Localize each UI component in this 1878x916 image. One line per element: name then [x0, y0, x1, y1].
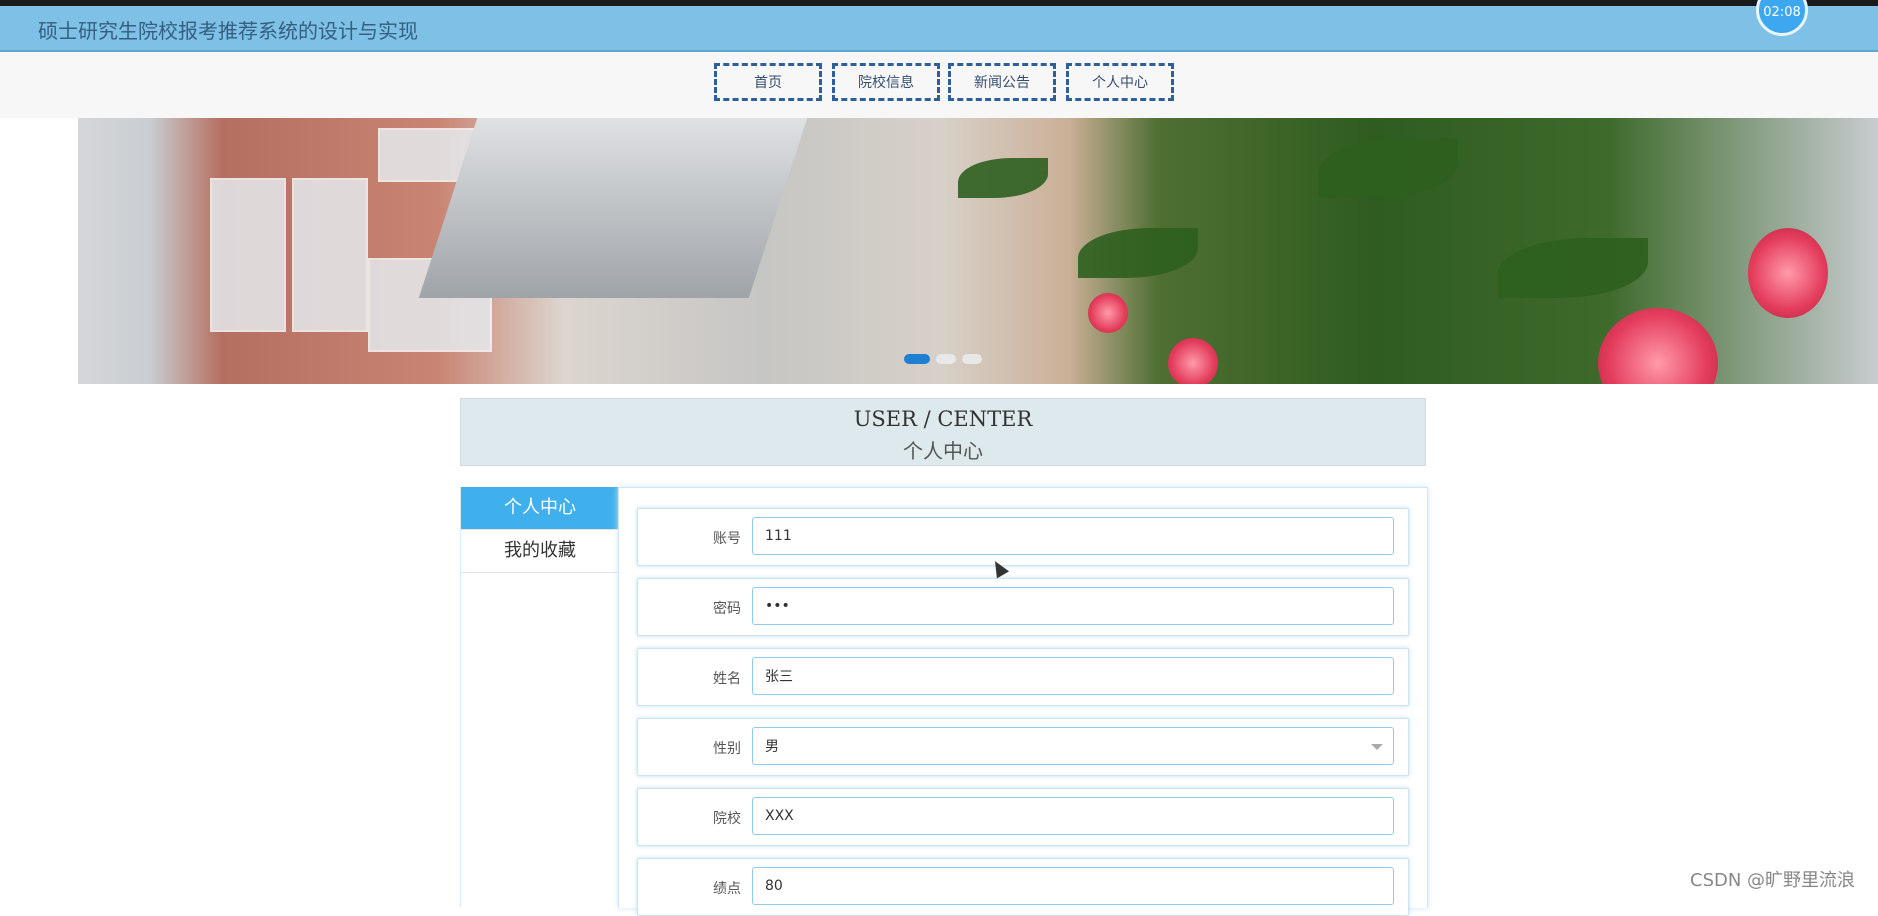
- sidebar-item-user-center[interactable]: 个人中心: [461, 487, 619, 530]
- user-sidebar: 个人中心 我的收藏: [460, 487, 620, 907]
- carousel-dot-1[interactable]: [904, 354, 930, 364]
- password-label: 密码: [713, 601, 741, 617]
- password-input[interactable]: •••: [752, 587, 1394, 625]
- form-row-password: 密码 •••: [637, 578, 1409, 636]
- sidebar-item-favorites[interactable]: 我的收藏: [461, 530, 619, 573]
- watermark: CSDN @旷野里流浪: [1690, 870, 1856, 891]
- clock-badge: 02:08: [1756, 0, 1808, 36]
- account-input[interactable]: 111: [752, 517, 1394, 555]
- chevron-down-icon: [1371, 744, 1383, 750]
- form-row-school: 院校 XXX: [637, 788, 1409, 846]
- form-row-gpa: 绩点 80: [637, 858, 1409, 916]
- carousel-dot-2[interactable]: [936, 354, 956, 364]
- nav-user-center[interactable]: 个人中心: [1066, 63, 1174, 101]
- nav-news[interactable]: 新闻公告: [948, 63, 1056, 101]
- name-label: 姓名: [713, 671, 741, 687]
- gender-select-value: 男: [765, 739, 779, 755]
- profile-form: 账号 111 密码 ••• 姓名 张三 性别 男 院校 XXX 绩点 80: [618, 487, 1428, 916]
- form-row-name: 姓名 张三: [637, 648, 1409, 706]
- main-nav: 首页 院校信息 新闻公告 个人中心: [0, 52, 1878, 118]
- user-center-title-en: USER / CENTER: [853, 407, 1033, 431]
- account-label: 账号: [713, 531, 741, 547]
- flower: [1748, 228, 1828, 318]
- name-input[interactable]: 张三: [752, 657, 1394, 695]
- gpa-input[interactable]: 80: [752, 867, 1394, 905]
- site-header: 硕士研究生院校报考推荐系统的设计与实现 02:08: [0, 0, 1878, 52]
- gender-label: 性别: [713, 741, 741, 757]
- gender-select[interactable]: 男: [752, 727, 1394, 765]
- form-row-gender: 性别 男: [637, 718, 1409, 776]
- school-label: 院校: [713, 811, 741, 827]
- flower: [1598, 308, 1718, 384]
- school-input[interactable]: XXX: [752, 797, 1394, 835]
- carousel-dot-3[interactable]: [962, 354, 982, 364]
- building-canopy: [418, 118, 808, 298]
- gpa-label: 绩点: [713, 881, 741, 897]
- banner-carousel[interactable]: [78, 118, 1878, 384]
- leaf: [1498, 238, 1648, 298]
- leaf: [1078, 228, 1198, 278]
- nav-home[interactable]: 首页: [714, 63, 822, 101]
- leaf: [1318, 138, 1458, 198]
- flower: [1168, 338, 1218, 384]
- site-title: 硕士研究生院校报考推荐系统的设计与实现: [38, 19, 418, 43]
- user-center-header: USER / CENTER 个人中心: [460, 398, 1426, 466]
- nav-school-info[interactable]: 院校信息: [832, 63, 940, 101]
- flower: [1088, 293, 1128, 333]
- building-window: [292, 178, 368, 332]
- user-center-title-cn: 个人中心: [903, 439, 983, 463]
- building-window: [210, 178, 286, 332]
- carousel-indicators: [904, 354, 982, 364]
- leaf: [958, 158, 1048, 198]
- form-row-account: 账号 111: [637, 508, 1409, 566]
